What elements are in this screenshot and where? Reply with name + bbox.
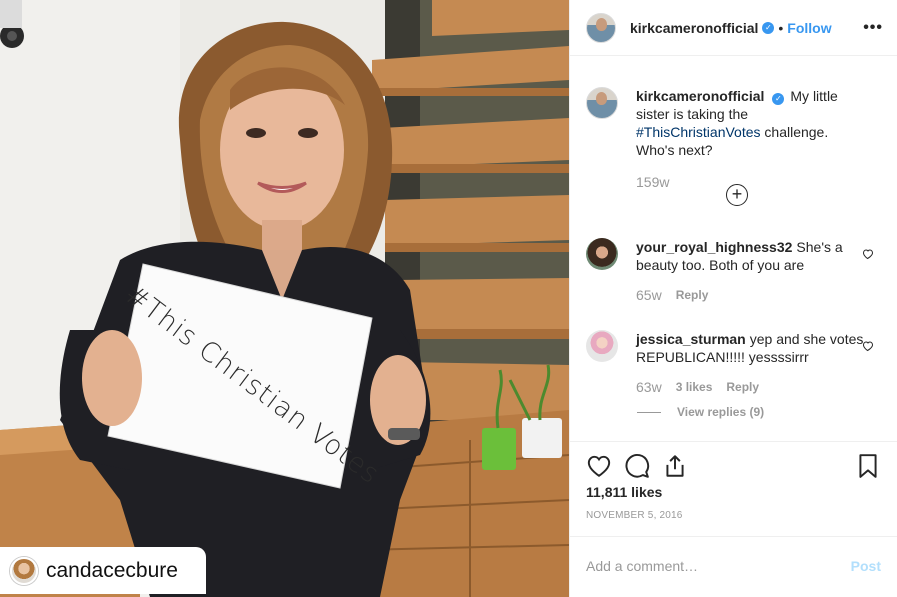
action-icons (586, 442, 881, 490)
comment-timestamp[interactable]: 63w (636, 378, 662, 396)
caption-row: kirkcameronofficial ✓ My little sister is … (586, 87, 882, 191)
comment-composer: Post (570, 536, 897, 594)
header-user: kirkcameronofficial ✓ • Follow (630, 20, 832, 36)
comment-meta: 65w Reply (636, 286, 866, 304)
comment-body: your_royal_highness32 She's a beauty too.… (636, 238, 866, 304)
caption-username[interactable]: kirkcameronofficial (636, 88, 764, 104)
instagram-post-modal: #This Christian Votes candacecbure kirkc… (0, 0, 897, 597)
repost-avatar (10, 556, 38, 585)
post-side-panel: kirkcameronofficial ✓ • Follow ••• kirkc… (569, 0, 897, 597)
comment-row: jessica_sturman yep and she votes REPUBLI… (586, 330, 882, 396)
share-icon[interactable] (662, 453, 688, 479)
like-heart-icon[interactable] (586, 453, 612, 479)
follow-button[interactable]: Follow (787, 20, 831, 36)
commenter-username[interactable]: jessica_sturman (636, 331, 746, 347)
author-username[interactable]: kirkcameronofficial (630, 20, 758, 36)
repost-username: candacecbure (46, 558, 178, 582)
commenter-username[interactable]: your_royal_highness32 (636, 239, 792, 255)
comment-timestamp[interactable]: 65w (636, 286, 662, 304)
reply-button[interactable]: Reply (726, 378, 759, 396)
view-replies-button[interactable]: View replies (9) (637, 405, 764, 419)
verified-badge-icon: ✓ (772, 93, 785, 105)
caption-timestamp[interactable]: 159w (636, 173, 669, 191)
comment-row: your_royal_highness32 She's a beauty too.… (586, 238, 882, 304)
post-header: kirkcameronofficial ✓ • Follow ••• (570, 0, 897, 56)
post-comment-button[interactable]: Post (851, 558, 881, 574)
load-more-comments-button[interactable]: + (726, 184, 748, 206)
camera-corner-icon (0, 0, 24, 48)
post-photo[interactable]: #This Christian Votes candacecbure (0, 0, 569, 597)
post-actions: 11,811 likes NOVEMBER 5, 2016 (570, 441, 897, 521)
post-date[interactable]: NOVEMBER 5, 2016 (586, 510, 881, 521)
caption-body: kirkcameronofficial ✓ My little sister is … (636, 87, 866, 191)
header-separator: • (778, 19, 784, 36)
view-replies-label: View replies (9) (677, 405, 765, 419)
photo-scene (0, 0, 569, 597)
save-bookmark-icon[interactable] (855, 453, 881, 479)
commenter-avatar[interactable] (586, 238, 618, 270)
likes-count[interactable]: 11,811 likes (586, 484, 881, 500)
comment-likes-count[interactable]: 3 likes (676, 378, 713, 396)
caption-hashtag-link[interactable]: #ThisChristianVotes (636, 124, 761, 140)
like-comment-heart-icon[interactable] (862, 340, 874, 352)
author-avatar[interactable] (586, 12, 616, 43)
reply-button[interactable]: Reply (676, 286, 709, 304)
more-options-icon[interactable]: ••• (863, 19, 883, 37)
caption-avatar[interactable] (586, 87, 618, 119)
commenter-avatar[interactable] (586, 330, 618, 362)
comment-bubble-icon[interactable] (624, 453, 650, 479)
comments-list[interactable]: kirkcameronofficial ✓ My little sister is … (570, 57, 897, 441)
comment-meta: 63w 3 likes Reply (636, 378, 866, 396)
comment-body: jessica_sturman yep and she votes REPUBLI… (636, 330, 866, 396)
repost-credit-tag: candacecbure (0, 547, 206, 594)
like-comment-heart-icon[interactable] (862, 248, 874, 260)
verified-badge-icon: ✓ (762, 21, 775, 34)
add-comment-input[interactable] (586, 557, 851, 574)
caption-meta: 159w (636, 173, 866, 191)
